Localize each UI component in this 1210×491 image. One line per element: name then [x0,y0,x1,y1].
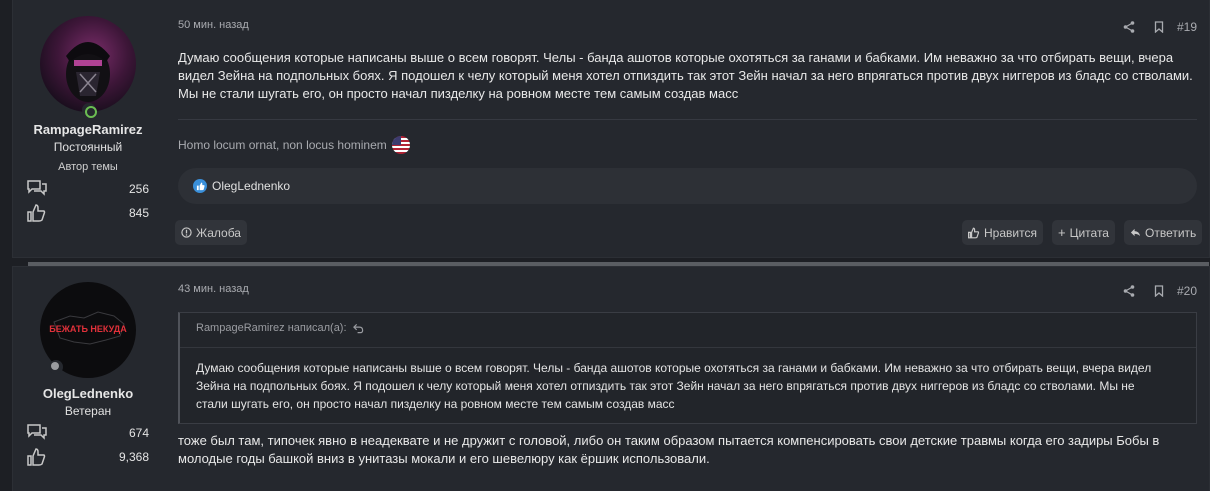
post-actions: #20 [1123,284,1197,298]
reactions-stat: 9,368 [27,448,149,466]
post-number[interactable]: #19 [1177,20,1197,34]
reactions-count: 845 [128,206,149,220]
avatar[interactable] [40,16,136,112]
messages-stat: 256 [27,180,149,198]
alert-icon [181,227,192,238]
user-title: Ветеран [64,404,112,418]
signature-divider [178,119,1197,120]
thumbs-up-icon [27,448,46,466]
messages-count: 674 [128,426,149,440]
quote-text: Думаю сообщения которые написаны выше о … [196,361,1152,411]
reply-label: Ответить [1145,225,1197,240]
quote-header[interactable]: RampageRamirez написал(а): [196,322,364,334]
reactions-stat: 845 [27,204,149,222]
thumbs-up-icon [27,204,46,222]
user-panel: RampageRamirez Постоянный Автор темы 256… [13,0,167,257]
quote-author: RampageRamirez написал(а): [196,322,347,334]
plus-icon: + [1058,225,1066,240]
us-flag-icon [391,136,410,154]
post-date[interactable]: 50 мин. назад [178,19,249,31]
quote-block: RampageRamirez написал(а): Думаю сообщен… [178,312,1197,424]
post-19: RampageRamirez Постоянный Автор темы 256… [12,0,1210,258]
post-message: тоже был там, типочек явно в неадеквате … [178,433,1160,466]
share-icon[interactable] [1123,285,1135,297]
messages-stat: 674 [27,424,149,442]
like-label: Нравится [984,225,1037,240]
quote-divider [180,347,1196,348]
messages-icon [27,180,47,196]
post-separator [28,262,1209,266]
like-button[interactable]: Нравится [962,220,1043,245]
user-panel: БЕЖАТЬ НЕКУДА OlegLednenko Ветеран 674 9… [13,267,167,491]
post-body: 43 мин. назад #20 RampageRamirez написал… [178,267,1197,491]
like-reaction-icon [193,179,207,193]
quote-label: Цитата [1069,225,1109,240]
online-status-icon [82,103,97,118]
bookmark-icon[interactable] [1153,285,1165,297]
topic-author-badge: Автор темы [58,161,118,173]
thumbs-up-icon [968,227,980,238]
share-icon[interactable] [1123,21,1135,33]
reactions-bar[interactable]: OlegLednenko [178,168,1197,204]
reactions-count: 9,368 [118,450,149,464]
avatar-text: БЕЖАТЬ НЕКУДА [49,324,127,334]
avatar-image [66,42,110,102]
reply-icon [1130,228,1141,237]
signature: Homo locum ornat, non locus hominem [178,136,410,154]
post-message: Думаю сообщения которые написаны выше о … [178,50,1193,101]
post-body: 50 мин. назад #19 Думаю сообщения которы… [175,0,1203,257]
bookmark-icon[interactable] [1153,21,1165,33]
signature-text: Homo locum ornat, non locus hominem [178,138,387,152]
username[interactable]: RampageRamirez [13,122,163,137]
post-date[interactable]: 43 мин. назад [178,283,249,295]
user-title: Постоянный [53,140,123,154]
post-20: БЕЖАТЬ НЕКУДА OlegLednenko Ветеран 674 9… [12,262,1210,491]
offline-status-icon [49,360,63,374]
messages-count: 256 [128,182,149,196]
report-label: Жалоба [196,225,241,240]
go-to-quote-icon[interactable] [352,323,364,334]
messages-icon [27,424,47,440]
post-number[interactable]: #20 [1177,284,1197,298]
reactions-user[interactable]: OlegLednenko [212,179,290,193]
username[interactable]: OlegLednenko [13,386,163,401]
quote-button[interactable]: + Цитата [1052,220,1115,245]
reply-button[interactable]: Ответить [1124,220,1203,245]
post-actions: #19 [1123,20,1197,34]
report-button[interactable]: Жалоба [175,220,247,245]
